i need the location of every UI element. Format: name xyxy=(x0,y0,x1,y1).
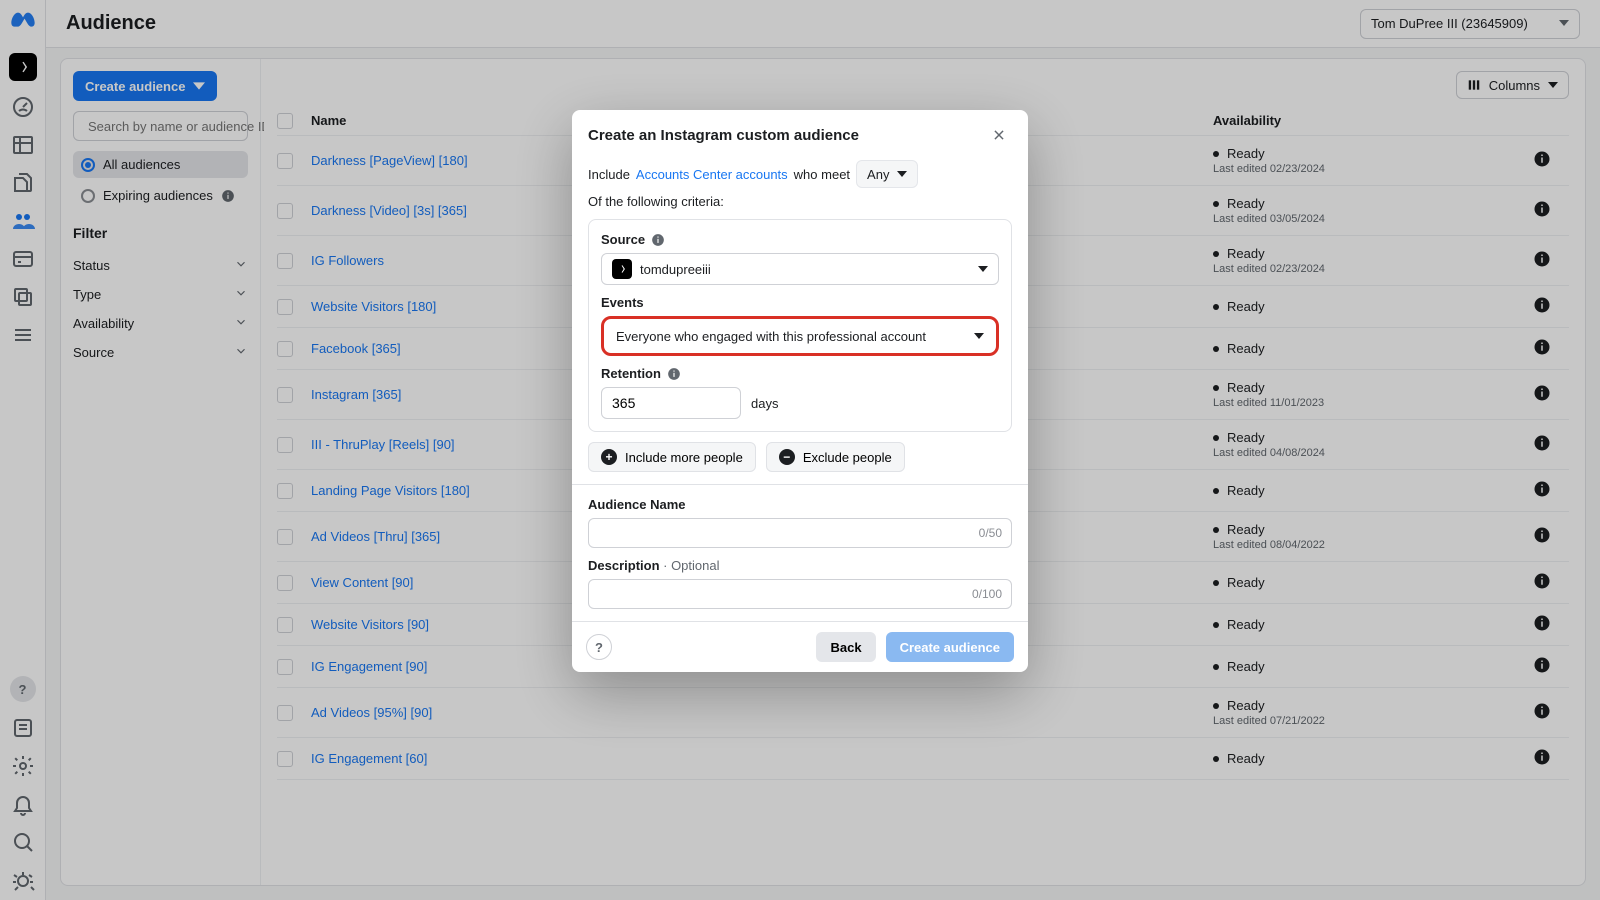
events-select-highlight: Everyone who engaged with this professio… xyxy=(601,316,999,356)
modal-header: Create an Instagram custom audience xyxy=(572,110,1028,154)
accounts-center-link[interactable]: Accounts Center accounts xyxy=(636,167,788,182)
description-input[interactable] xyxy=(588,579,1012,609)
include-more-label: Include more people xyxy=(625,450,743,465)
chevron-down-icon xyxy=(897,167,907,182)
retention-label: Retention xyxy=(601,366,999,381)
modal-title: Create an Instagram custom audience xyxy=(588,127,859,144)
description-label: Description · Optional xyxy=(588,558,1012,573)
include-suffix: who meet xyxy=(794,167,850,182)
source-value: tomdupreeiii xyxy=(640,262,711,277)
create-instagram-audience-modal: Create an Instagram custom audience Incl… xyxy=(572,110,1028,672)
create-audience-submit-button[interactable]: Create audience xyxy=(886,632,1014,662)
events-value: Everyone who engaged with this professio… xyxy=(616,329,926,344)
source-avatar-icon xyxy=(612,259,632,279)
modal-body: Include Accounts Center accounts who mee… xyxy=(572,154,1028,621)
retention-input[interactable] xyxy=(601,387,741,419)
source-select[interactable]: tomdupreeiii xyxy=(601,253,999,285)
close-icon xyxy=(992,128,1006,142)
match-label: Any xyxy=(867,167,889,182)
retention-unit: days xyxy=(751,396,778,411)
exclude-button[interactable]: − Exclude people xyxy=(766,442,905,472)
criteria-suffix: Of the following criteria: xyxy=(588,194,724,209)
source-label-text: Source xyxy=(601,232,645,247)
chevron-down-icon xyxy=(974,329,984,344)
description-optional: · Optional xyxy=(660,558,720,573)
help-button[interactable]: ? xyxy=(586,634,612,660)
divider xyxy=(572,484,1028,485)
exclude-label: Exclude people xyxy=(803,450,892,465)
minus-circle-icon: − xyxy=(779,449,795,465)
audience-name-label: Audience Name xyxy=(588,497,1012,512)
include-exclude-row: + Include more people − Exclude people xyxy=(588,442,1012,472)
include-prefix: Include xyxy=(588,167,630,182)
events-select[interactable]: Everyone who engaged with this professio… xyxy=(606,321,994,351)
events-label: Events xyxy=(601,295,999,310)
plus-circle-icon: + xyxy=(601,449,617,465)
match-any-all-select[interactable]: Any xyxy=(856,160,918,188)
source-label: Source xyxy=(601,232,999,247)
back-button[interactable]: Back xyxy=(816,632,875,662)
audience-name-input[interactable] xyxy=(588,518,1012,548)
description-label-text: Description xyxy=(588,558,660,573)
modal-footer: ? Back Create audience xyxy=(572,621,1028,672)
include-criteria-row: Include Accounts Center accounts who mee… xyxy=(588,160,1012,209)
modal-overlay: Create an Instagram custom audience Incl… xyxy=(0,0,1600,900)
info-icon xyxy=(651,233,665,247)
chevron-down-icon xyxy=(978,262,988,277)
close-button[interactable] xyxy=(986,122,1012,148)
info-icon xyxy=(667,367,681,381)
include-more-button[interactable]: + Include more people xyxy=(588,442,756,472)
criteria-card: Source tomdupreeiii Events xyxy=(588,219,1012,432)
retention-label-text: Retention xyxy=(601,366,661,381)
